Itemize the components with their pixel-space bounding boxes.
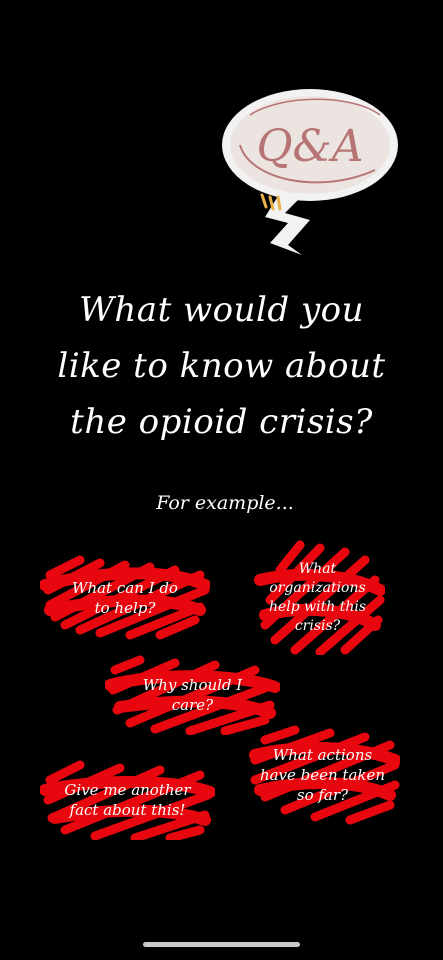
question-line: What can I do: [72, 578, 178, 597]
question-line: so far?: [296, 786, 349, 804]
story-canvas: Q&A What would you like to know about th…: [0, 0, 443, 960]
question-line: Give me another: [64, 781, 191, 799]
qa-speech-bubble-icon: Q&A: [222, 89, 398, 255]
question-line: fact about this!: [69, 801, 186, 819]
question-what-can-i-do[interactable]: What can I do to help?: [40, 555, 210, 640]
headline-line: the opioid crisis?: [70, 402, 373, 442]
qa-sticker: Q&A: [210, 85, 400, 265]
home-indicator[interactable]: [143, 942, 300, 947]
question-line: care?: [171, 696, 214, 714]
headline: What would you like to know about the op…: [20, 282, 423, 450]
question-line: What actions: [272, 746, 373, 764]
question-line: to help?: [94, 598, 156, 617]
question-line: What: [298, 560, 337, 577]
question-line: crisis?: [294, 617, 341, 634]
question-give-me-another-fact[interactable]: Give me another fact about this!: [40, 760, 215, 840]
headline-line: What would you: [78, 290, 365, 330]
question-line: Why should I: [142, 676, 243, 694]
example-label: For example...: [156, 492, 294, 514]
qa-text: Q&A: [256, 121, 363, 172]
question-why-should-i-care[interactable]: Why should I care?: [105, 655, 280, 735]
question-what-organizations[interactable]: What organizations help with this crisis…: [250, 540, 385, 655]
headline-line: like to know about: [57, 346, 386, 386]
question-line: organizations: [269, 579, 366, 596]
question-line: help with this: [268, 598, 367, 615]
question-what-actions[interactable]: What actions have been taken so far?: [245, 725, 400, 825]
question-line: have been taken: [259, 766, 386, 784]
